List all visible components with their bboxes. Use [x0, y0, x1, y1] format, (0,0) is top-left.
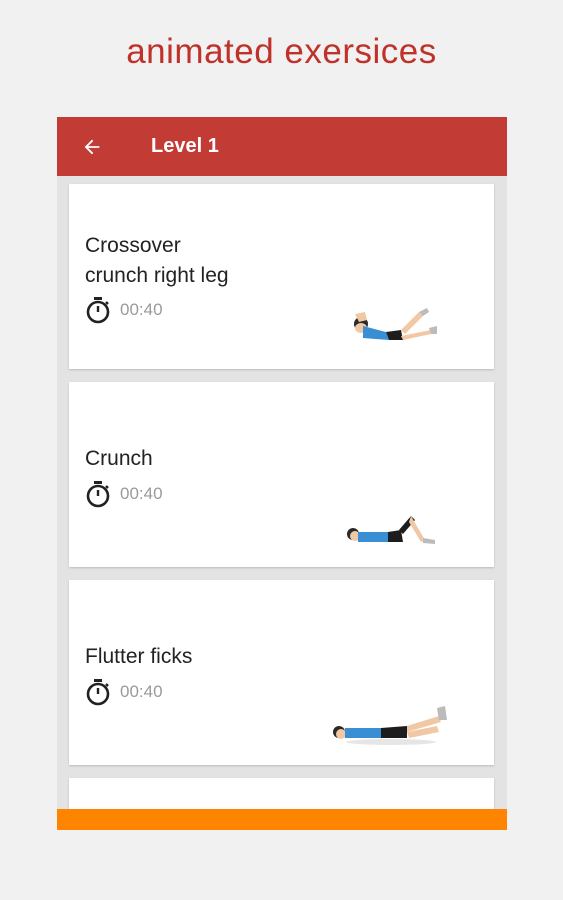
- exercise-duration: 00:40: [85, 678, 163, 706]
- exercise-duration: 00:40: [85, 296, 163, 324]
- duration-text: 00:40: [120, 484, 163, 503]
- app-bar: Level 1: [57, 117, 507, 176]
- page-title: Level 1: [151, 135, 219, 157]
- bottom-bar: [57, 809, 507, 830]
- phone-screen: Level 1 Crossover crunch right leg 00:40: [57, 117, 507, 830]
- stopwatch-icon: [86, 481, 110, 508]
- exercise-name: Crunch: [85, 447, 153, 470]
- back-button[interactable]: [57, 117, 127, 176]
- exercise-name-line1: Crossover: [85, 234, 181, 257]
- stopwatch-icon: [86, 679, 110, 706]
- crunch-figure: [347, 516, 435, 544]
- duration-text: 00:40: [120, 682, 163, 701]
- exercise-card[interactable]: Crunch 00:40: [69, 382, 494, 567]
- exercise-card[interactable]: Crossover crunch right leg 00:40: [69, 184, 494, 369]
- promo-title: animated exersices: [126, 32, 437, 71]
- exercise-name: Crossover crunch right leg: [85, 231, 229, 291]
- exercise-duration: 00:40: [85, 480, 163, 508]
- stopwatch-icon: [86, 297, 110, 324]
- flutter-kicks-figure: [333, 706, 447, 745]
- crossover-crunch-figure: [354, 308, 437, 340]
- arrow-left-icon: [84, 139, 100, 154]
- exercise-name: Flutter ficks: [85, 645, 193, 668]
- exercise-card[interactable]: Flutter ficks 00:40: [69, 580, 494, 765]
- exercise-name-line2: crunch right leg: [85, 264, 229, 287]
- duration-text: 00:40: [120, 300, 163, 319]
